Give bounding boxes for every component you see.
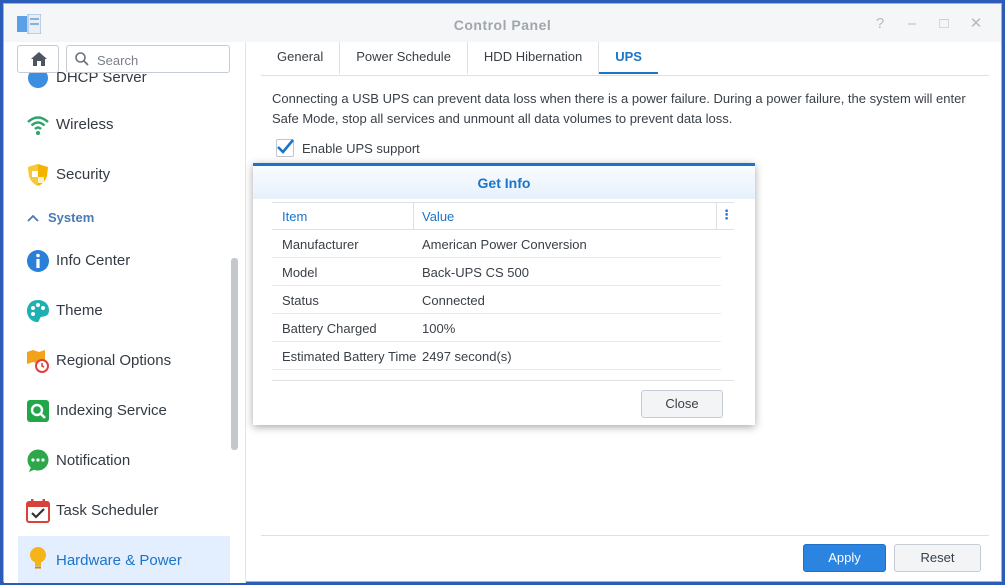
value-cell: 100% xyxy=(422,321,456,336)
sidebar-item-notification[interactable]: Notification xyxy=(18,439,230,483)
minimize-icon[interactable]: – xyxy=(904,16,920,32)
reset-button[interactable]: Reset xyxy=(894,544,981,572)
enable-ups-label[interactable]: Enable UPS support xyxy=(302,141,420,156)
search-input[interactable] xyxy=(97,51,225,69)
item-cell: Status xyxy=(282,293,319,308)
get-info-dialog: Get Info Item Value ⋮ Manufacturer Ameri… xyxy=(253,163,755,425)
table-row[interactable]: Model Back-UPS CS 500 xyxy=(272,258,721,286)
table-row[interactable]: Estimated Battery Time 2497 second(s) xyxy=(272,342,721,370)
sidebar-item-info-center[interactable]: Info Center xyxy=(18,239,230,283)
title-bar: Control Panel ? – □ ✕ xyxy=(4,4,1001,42)
sidebar-item-theme[interactable]: Theme xyxy=(18,289,230,333)
dialog-divider xyxy=(272,380,734,381)
sidebar-item-label: Regional Options xyxy=(56,352,172,369)
table-row[interactable]: Manufacturer American Power Conversion xyxy=(272,230,721,258)
tab-ups[interactable]: UPS xyxy=(599,42,658,74)
calendar-check-icon xyxy=(26,499,50,523)
sidebar-item-label: Notification xyxy=(56,452,131,469)
sidebar-item-indexing-service[interactable]: Indexing Service xyxy=(18,389,230,433)
info-grid: Item Value ⋮ Manufacturer American Power… xyxy=(272,202,734,370)
sidebar: DHCP Server Wireless xyxy=(4,42,246,583)
map-clock-icon xyxy=(27,350,49,373)
dialog-header: Get Info xyxy=(253,166,755,199)
value-cell: American Power Conversion xyxy=(422,237,587,252)
apply-button[interactable]: Apply xyxy=(803,544,886,572)
item-cell: Battery Charged xyxy=(282,321,377,336)
checkmark-icon xyxy=(277,139,294,154)
table-row[interactable]: Battery Charged 100% xyxy=(272,314,721,342)
tab-power-schedule[interactable]: Power Schedule xyxy=(340,42,468,74)
shield-icon xyxy=(28,164,48,186)
sidebar-item-wireless[interactable]: Wireless xyxy=(18,103,230,147)
tab-general[interactable]: General xyxy=(261,42,341,74)
sidebar-group-label: System xyxy=(48,210,95,225)
sidebar-item-label: Hardware & Power xyxy=(56,552,182,569)
search-box[interactable] xyxy=(66,45,230,73)
column-menu-icon[interactable]: ⋮ xyxy=(720,207,733,223)
palette-icon xyxy=(27,300,49,322)
column-header-value[interactable]: Value xyxy=(422,209,454,224)
tab-hdd-hibernation[interactable]: HDD Hibernation xyxy=(468,42,600,74)
table-row[interactable]: Status Connected xyxy=(272,286,721,314)
maximize-icon[interactable]: □ xyxy=(936,16,952,32)
info-icon xyxy=(27,250,49,272)
help-icon[interactable]: ? xyxy=(872,16,888,32)
sidebar-item-task-scheduler[interactable]: Task Scheduler xyxy=(18,489,230,533)
sidebar-item-label: Indexing Service xyxy=(56,402,167,419)
dialog-title: Get Info xyxy=(477,175,531,191)
wireless-icon xyxy=(27,116,49,135)
sidebar-item-label: Task Scheduler xyxy=(56,502,159,519)
item-cell: Estimated Battery Time xyxy=(282,349,417,364)
footer-divider xyxy=(261,535,989,536)
window-title: Control Panel xyxy=(453,17,552,33)
control-panel-window: Control Panel ? – □ ✕ DHCP Server Search… xyxy=(3,3,1002,583)
home-button[interactable] xyxy=(17,45,59,73)
chevron-up-icon xyxy=(27,214,39,222)
column-divider xyxy=(413,203,414,230)
item-cell: Model xyxy=(282,265,318,280)
value-cell: Back-UPS CS 500 xyxy=(422,265,529,280)
bulb-icon xyxy=(30,547,46,569)
sidebar-item-label: Info Center xyxy=(56,252,131,269)
sidebar-scrollbar[interactable] xyxy=(231,258,238,450)
sidebar-item-regional-options[interactable]: Regional Options xyxy=(18,339,230,383)
chat-bubble-icon xyxy=(27,449,49,472)
sidebar-item-label: Wireless xyxy=(56,116,114,133)
sidebar-item-label: Security xyxy=(56,166,111,183)
tab-divider xyxy=(261,75,989,76)
sidebar-item-label: Theme xyxy=(56,302,103,319)
enable-ups-checkbox[interactable] xyxy=(276,139,294,157)
item-cell: Manufacturer xyxy=(282,237,359,252)
column-divider xyxy=(716,203,717,230)
sidebar-item-security[interactable]: Security xyxy=(18,153,230,197)
grid-header: Item Value ⋮ xyxy=(272,202,734,230)
close-button[interactable]: Close xyxy=(641,390,723,418)
close-window-icon[interactable]: ✕ xyxy=(968,16,984,32)
sidebar-group-system[interactable]: System xyxy=(18,203,230,233)
home-icon xyxy=(31,52,47,66)
column-header-item[interactable]: Item xyxy=(282,209,307,224)
value-cell: 2497 second(s) xyxy=(422,349,512,364)
search-icon xyxy=(75,52,89,66)
ups-description: Connecting a USB UPS can prevent data lo… xyxy=(272,91,966,126)
tab-bar: General Power Schedule HDD Hibernation U… xyxy=(261,42,658,74)
sidebar-item-hardware-power[interactable]: Hardware & Power xyxy=(18,536,230,583)
value-cell: Connected xyxy=(422,293,485,308)
index-search-icon xyxy=(27,400,49,422)
